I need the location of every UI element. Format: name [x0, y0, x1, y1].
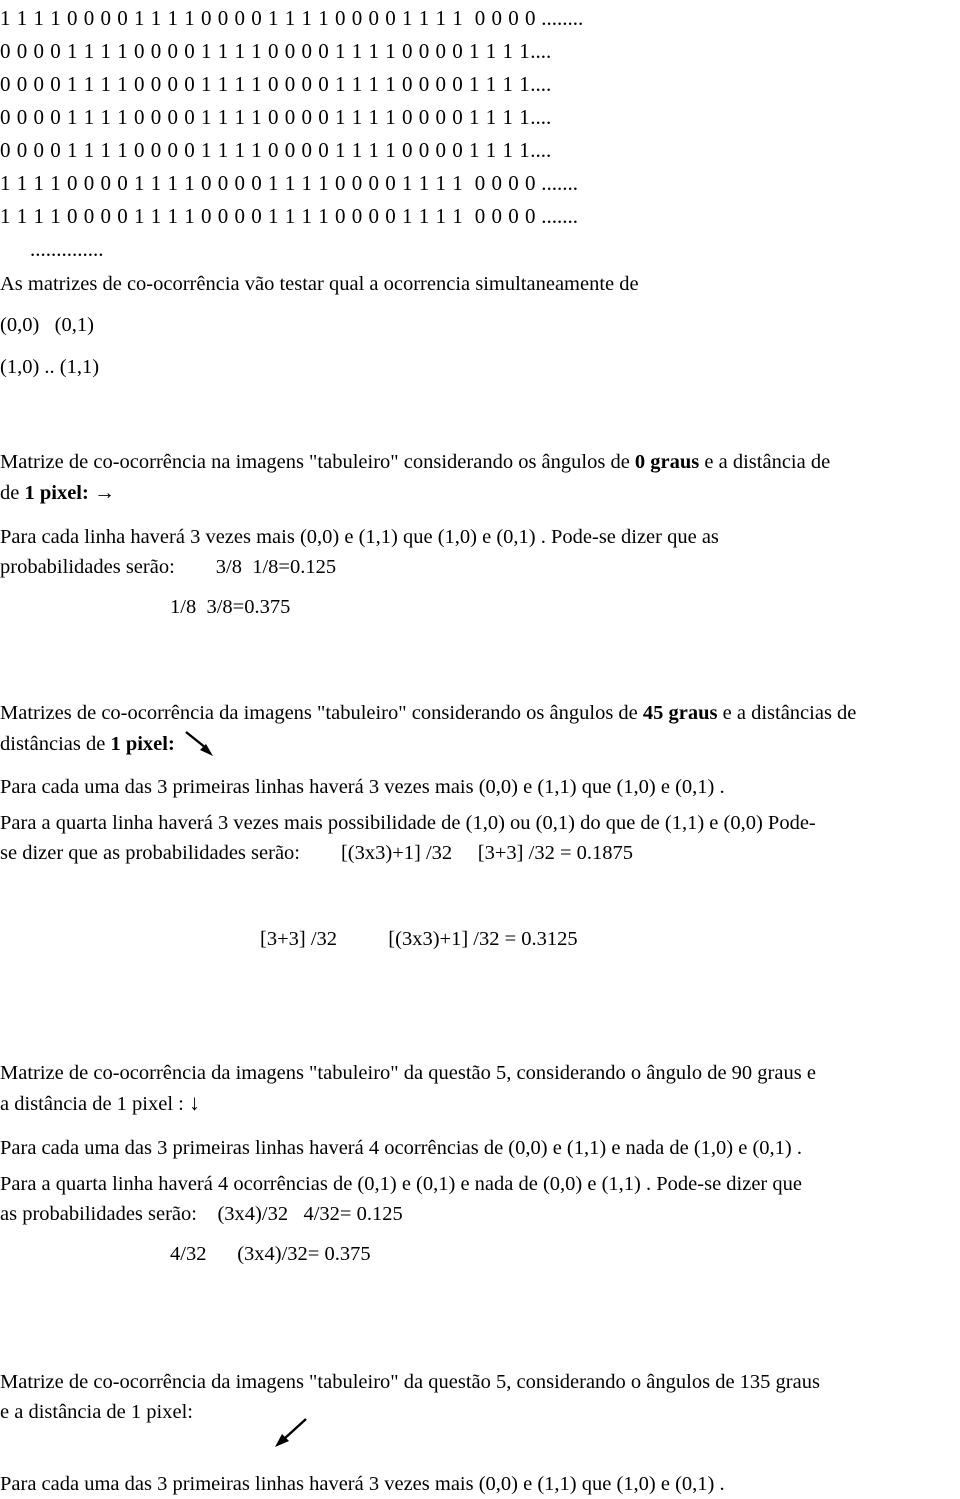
binary-matrix-block: 1 1 1 1 0 0 0 0 1 1 1 1 0 0 0 0 1 1 1 1 …: [0, 0, 960, 269]
heading-0-degrees-text-b: e a distância de: [699, 451, 831, 473]
prob-values-45deg-row2: [3+3] /32 [(3x3)+1] /32 = 0.3125: [260, 928, 578, 950]
binary-row-ellipsis: ........: [536, 6, 584, 30]
binary-row-ellipsis: ....: [530, 138, 552, 162]
body-45-degrees-line1: Para cada uma das 3 primeiras linhas hav…: [0, 776, 725, 798]
binary-row-bits: 0 0 0 0 1 1 1 1 0 0 0 0 1 1 1 1 0 0 0 0 …: [0, 138, 531, 162]
body-90-degrees-line2: Para a quarta linha haverá 4 ocorrências…: [0, 1173, 802, 1195]
body-0-degrees-line2: probabilidades serão: 3/8 1/8=0.125: [0, 552, 960, 582]
heading-90-degrees-distance-line: a distância de 1 pixel : ↓: [0, 1088, 960, 1119]
binary-row-bits: 1 1 1 1 0 0 0 0 1 1 1 1 0 0 0 0 1 1 1 1 …: [0, 204, 536, 228]
heading-45-degrees-text-b: e a distâncias de: [717, 702, 857, 724]
prob-values-90deg-row1: (3x4)/32 4/32= 0.125: [217, 1203, 403, 1225]
heading-135-degrees: Matrize de co-ocorrência da imagens "tab…: [0, 1371, 820, 1393]
binary-row-ellipsis: ....: [530, 72, 552, 96]
binary-row-ellipsis: ....: [530, 105, 552, 129]
heading-90-degrees: Matrize de co-ocorrência da imagens "tab…: [0, 1062, 816, 1084]
arrow-down-icon: ↓: [189, 1090, 200, 1115]
binary-row: 1 1 1 1 0 0 0 0 1 1 1 1 0 0 0 0 1 1 1 1 …: [0, 2, 960, 35]
binary-row: 1 1 1 1 0 0 0 0 1 1 1 1 0 0 0 0 1 1 1 1 …: [0, 200, 960, 233]
body-45-degrees-line3: se dizer que as probabilidades serão: [(…: [0, 838, 960, 868]
binary-row-bits: 1 1 1 1 0 0 0 0 1 1 1 1 0 0 0 0 1 1 1 1 …: [0, 6, 536, 30]
prob-values-0deg-row2: 1/8 3/8=0.375: [170, 596, 291, 618]
arrow-down-left-icon: [0, 1418, 960, 1469]
pair-row-top: (0,0) (0,1): [0, 314, 94, 336]
prob-values-90deg-row2: 4/32 (3x4)/32= 0.375: [170, 1243, 371, 1265]
arrow-right-icon: →: [93, 480, 115, 504]
heading-45-degrees-angle: 45 graus: [642, 702, 718, 724]
heading-0-degrees-distance: 1 pixel:: [24, 482, 89, 504]
binary-row-bits: 0 0 0 0 1 1 1 1 0 0 0 0 1 1 1 1 0 0 0 0 …: [0, 72, 531, 96]
body-135-degrees-line1: Para cada uma das 3 primeiras linhas hav…: [0, 1473, 725, 1495]
heading-90-degrees-text-b: a distância de 1 pixel :: [0, 1093, 189, 1115]
body-0-degrees-line1: Para cada linha haverá 3 vezes mais (0,0…: [0, 526, 719, 548]
prob-label-0deg: probabilidades serão:: [0, 556, 175, 578]
prob-values-0deg-row1: 3/8 1/8=0.125: [215, 556, 337, 578]
arrow-down-right-icon: [180, 728, 224, 762]
prob-values-45deg-row1: [(3x3)+1] /32 [3+3] /32 = 0.1875: [340, 842, 634, 864]
binary-row-ellipsis: .......: [536, 171, 578, 195]
prob-label-90deg: as probabilidades serão:: [0, 1203, 197, 1225]
prob-label-45deg: se dizer que as probabilidades serão:: [0, 842, 300, 864]
heading-45-degrees: Matrizes de co-ocorrência da imagens "ta…: [0, 698, 960, 728]
body-90-degrees-line3: as probabilidades serão: (3x4)/32 4/32= …: [0, 1199, 960, 1229]
binary-row-ellipsis: ....: [530, 39, 552, 63]
binary-row-bits: 0 0 0 0 1 1 1 1 0 0 0 0 1 1 1 1 0 0 0 0 …: [0, 39, 531, 63]
heading-45-degrees-distance: 1 pixel:: [110, 733, 175, 755]
heading-135-degrees-distance-line: e a distância de 1 pixel:: [0, 1401, 193, 1423]
document-page: 1 1 1 1 0 0 0 0 1 1 1 1 0 0 0 0 1 1 1 1 …: [0, 0, 960, 1495]
body-90-degrees-line1: Para cada uma das 3 primeiras linhas hav…: [0, 1137, 803, 1159]
heading-0-degrees-text-a: Matrize de co-ocorrência na imagens "tab…: [0, 451, 635, 473]
binary-row-ellipsis: .......: [536, 204, 578, 228]
binary-row: 0 0 0 0 1 1 1 1 0 0 0 0 1 1 1 1 0 0 0 0 …: [0, 101, 960, 134]
heading-0-degrees-angle: 0 graus: [634, 451, 700, 473]
heading-45-degrees-text-a: Matrizes de co-ocorrência da imagens "ta…: [0, 702, 643, 724]
heading-45-degrees-distance-line: distâncias de 1 pixel:: [0, 728, 960, 762]
binary-block-continuation-ellipsis: ..............: [30, 237, 104, 261]
binary-row: 0 0 0 0 1 1 1 1 0 0 0 0 1 1 1 1 0 0 0 0 …: [0, 68, 960, 101]
binary-row-bits: 0 0 0 0 1 1 1 1 0 0 0 0 1 1 1 1 0 0 0 0 …: [0, 105, 531, 129]
body-45-degrees-line2: Para a quarta linha haverá 3 vezes mais …: [0, 812, 816, 834]
heading-0-degrees: Matrize de co-ocorrência na imagens "tab…: [0, 447, 960, 477]
binary-row-bits: 1 1 1 1 0 0 0 0 1 1 1 1 0 0 0 0 1 1 1 1 …: [0, 171, 536, 195]
intro-paragraph: As matrizes de co-ocorrência vão testar …: [0, 273, 639, 295]
heading-0-degrees-distance-line: de 1 pixel: →: [0, 480, 115, 504]
binary-row: 1 1 1 1 0 0 0 0 1 1 1 1 0 0 0 0 1 1 1 1 …: [0, 167, 960, 200]
binary-row: 0 0 0 0 1 1 1 1 0 0 0 0 1 1 1 1 0 0 0 0 …: [0, 35, 960, 68]
pair-row-bottom: (1,0) .. (1,1): [0, 356, 100, 378]
binary-row: 0 0 0 0 1 1 1 1 0 0 0 0 1 1 1 1 0 0 0 0 …: [0, 134, 960, 167]
